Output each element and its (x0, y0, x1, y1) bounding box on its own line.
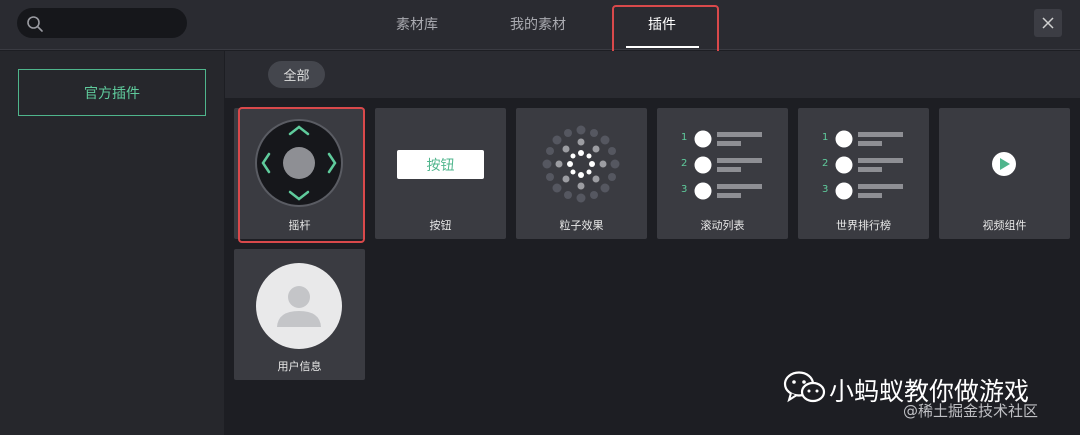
filter-chip-all[interactable]: 全部 (268, 61, 325, 88)
sidebar: 官方插件 (0, 51, 224, 435)
watermark: 小蚂蚁教你做游戏 @稀土掘金技术社区 (783, 370, 1073, 430)
plugin-label-video: 视频组件 (982, 219, 1027, 232)
leaderboard-rank-3: 3 (822, 184, 829, 195)
scroll-list-rank-3: 3 (681, 184, 688, 195)
plugin-label-scroll-list: 滚动列表 (700, 219, 745, 232)
leaderboard-rank-1: 1 (822, 132, 829, 143)
plugin-card-button[interactable]: 按钮 按钮 (375, 108, 506, 239)
plugin-card-particles[interactable]: 粒子效果 (516, 108, 647, 239)
search-input[interactable] (17, 8, 187, 38)
close-button[interactable] (1034, 9, 1062, 37)
plugin-card-scroll-list[interactable]: 1 2 3 滚动列表 (657, 108, 788, 239)
scroll-list-rank-2: 2 (681, 158, 688, 169)
search-icon (27, 16, 43, 32)
button-preview-text: 按钮 (426, 157, 455, 174)
plugin-label-particles: 粒子效果 (559, 219, 604, 232)
sidebar-item-official-plugins[interactable]: 官方插件 (18, 69, 206, 116)
close-icon (1042, 17, 1054, 29)
plugin-card-video[interactable]: 视频组件 (939, 108, 1070, 239)
tab-material-library[interactable]: 素材库 (396, 14, 438, 34)
button-preview-icon: 按钮 (397, 150, 484, 179)
joystick-highlight-box (238, 107, 365, 243)
watermark-subtitle: @稀土掘金技术社区 (903, 402, 1039, 420)
filter-bar: 全部 (225, 51, 1080, 98)
plugin-label-user-info: 用户信息 (277, 360, 322, 373)
wechat-icon (783, 371, 826, 403)
tab-my-materials[interactable]: 我的素材 (510, 14, 566, 34)
plugin-label-leaderboard: 世界排行榜 (836, 219, 891, 232)
plugin-card-user-info[interactable]: 用户信息 (234, 249, 365, 380)
plugin-card-leaderboard[interactable]: 1 2 3 世界排行榜 (798, 108, 929, 239)
plugin-label-button: 按钮 (429, 219, 452, 232)
leaderboard-rank-2: 2 (822, 158, 829, 169)
scroll-list-rank-1: 1 (681, 132, 688, 143)
top-bar: 素材库 我的素材 插件 (0, 0, 1080, 62)
